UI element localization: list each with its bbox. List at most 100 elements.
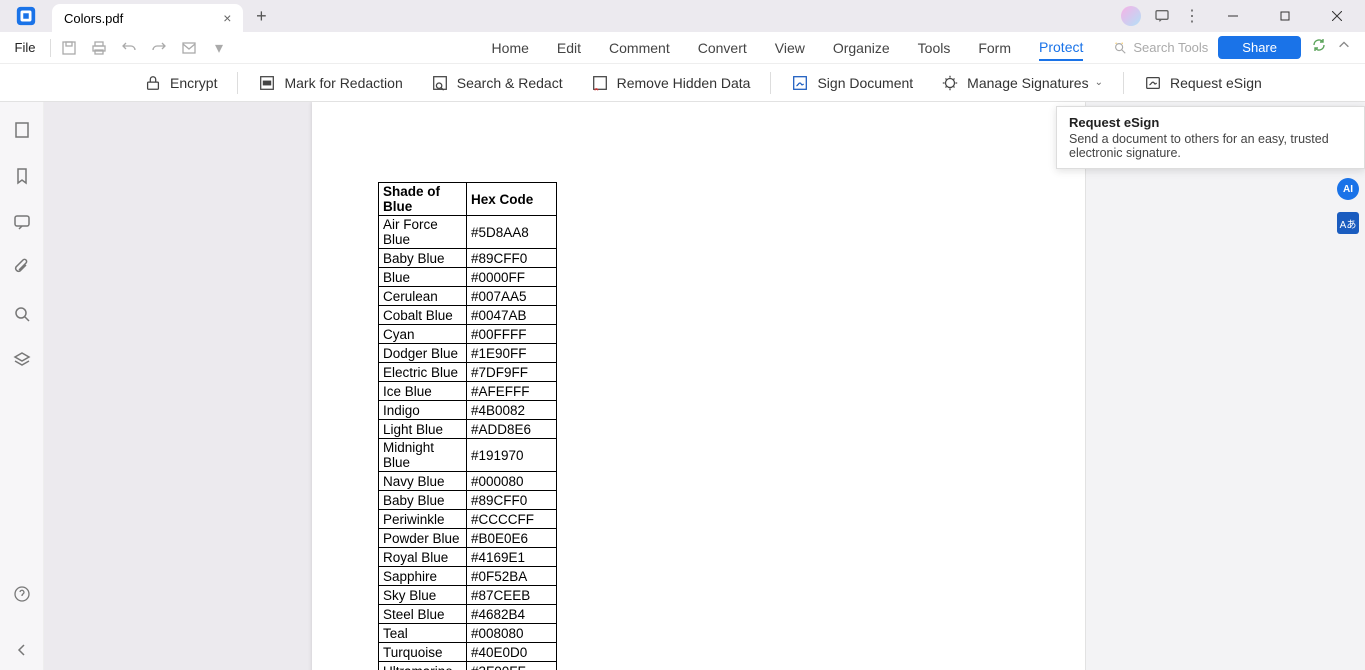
table-cell: Powder Blue: [379, 529, 467, 548]
table-row: Navy Blue#000080: [379, 472, 557, 491]
print-icon[interactable]: [91, 40, 107, 56]
document-tab[interactable]: Colors.pdf ×: [52, 4, 243, 32]
redo-icon[interactable]: [151, 40, 167, 56]
collapse-ribbon-icon[interactable]: [1337, 38, 1351, 57]
help-icon[interactable]: [12, 584, 32, 604]
main-tabs: Home Edit Comment Convert View Organize Tools F…: [492, 35, 1084, 61]
tab-title: Colors.pdf: [64, 11, 123, 26]
menu-bar: File ▾ Home Edit Comment Convert View Organiz…: [0, 32, 1365, 64]
thumbnails-icon[interactable]: [12, 120, 32, 140]
table-cell: Baby Blue: [379, 491, 467, 510]
table-row: Cyan#00FFFF: [379, 325, 557, 344]
remove-hidden-button[interactable]: Remove Hidden Data: [577, 71, 765, 95]
table-row: Electric Blue#7DF9FF: [379, 363, 557, 382]
close-window-button[interactable]: [1317, 0, 1357, 32]
tooltip-body: Send a document to others for an easy, t…: [1069, 132, 1352, 160]
table-cell: Cyan: [379, 325, 467, 344]
mark-redaction-button[interactable]: Mark for Redaction: [244, 71, 416, 95]
table-row: Powder Blue#B0E0E6: [379, 529, 557, 548]
sign-document-label: Sign Document: [817, 75, 913, 91]
workspace: Shade of Blue Hex Code Air Force Blue#5D…: [0, 102, 1365, 670]
table-cell: #191970: [467, 439, 557, 472]
table-row: Light Blue#ADD8E6: [379, 420, 557, 439]
table-cell: Midnight Blue: [379, 439, 467, 472]
table-cell: Electric Blue: [379, 363, 467, 382]
menu-tab-tools[interactable]: Tools: [918, 36, 951, 60]
menu-tab-form[interactable]: Form: [978, 36, 1011, 60]
table-cell: #87CEEB: [467, 586, 557, 605]
table-cell: #3F00FF: [467, 662, 557, 670]
app-logo-icon[interactable]: [0, 0, 52, 32]
menu-tab-convert[interactable]: Convert: [698, 36, 747, 60]
minimize-button[interactable]: [1213, 0, 1253, 32]
menu-tab-organize[interactable]: Organize: [833, 36, 890, 60]
manage-signatures-button[interactable]: Manage Signatures ⌄: [927, 71, 1117, 95]
mail-icon[interactable]: [181, 40, 197, 56]
bookmarks-icon[interactable]: [12, 166, 32, 186]
menu-tab-comment[interactable]: Comment: [609, 36, 670, 60]
table-cell: #4169E1: [467, 548, 557, 567]
table-row: Baby Blue#89CFF0: [379, 491, 557, 510]
menu-tab-protect[interactable]: Protect: [1039, 35, 1083, 61]
search-tools-placeholder: Search Tools: [1133, 40, 1208, 55]
table-cell: #0047AB: [467, 306, 557, 325]
table-cell: Sky Blue: [379, 586, 467, 605]
more-icon[interactable]: ⋮: [1183, 7, 1201, 25]
table-row: Sapphire#0F52BA: [379, 567, 557, 586]
table-cell: #00FFFF: [467, 325, 557, 344]
ai-icon[interactable]: AI: [1337, 178, 1359, 200]
sync-icon[interactable]: [1311, 37, 1327, 58]
remove-hidden-label: Remove Hidden Data: [617, 75, 751, 91]
table-cell: #89CFF0: [467, 491, 557, 510]
table-row: Royal Blue#4169E1: [379, 548, 557, 567]
table-cell: #000080: [467, 472, 557, 491]
table-row: Blue#0000FF: [379, 268, 557, 287]
table-cell: Dodger Blue: [379, 344, 467, 363]
maximize-button[interactable]: [1265, 0, 1305, 32]
table-cell: #7DF9FF: [467, 363, 557, 382]
collapse-left-icon[interactable]: [12, 640, 32, 660]
table-cell: Ice Blue: [379, 382, 467, 401]
search-tools[interactable]: Search Tools: [1113, 40, 1208, 55]
table-cell: #89CFF0: [467, 249, 557, 268]
menu-tab-home[interactable]: Home: [492, 36, 529, 60]
comments-icon[interactable]: [12, 212, 32, 232]
translate-icon[interactable]: Aあ: [1337, 212, 1359, 234]
layers-icon[interactable]: [12, 350, 32, 370]
file-menu[interactable]: File: [0, 40, 50, 55]
table-cell: Baby Blue: [379, 249, 467, 268]
table-cell: Indigo: [379, 401, 467, 420]
encrypt-button[interactable]: Encrypt: [130, 71, 231, 95]
table-cell: Blue: [379, 268, 467, 287]
table-row: Cobalt Blue#0047AB: [379, 306, 557, 325]
attachments-icon[interactable]: [12, 258, 32, 278]
user-avatar[interactable]: [1121, 6, 1141, 26]
table-row: Ice Blue#AFEFFF: [379, 382, 557, 401]
table-row: Sky Blue#87CEEB: [379, 586, 557, 605]
close-tab-icon[interactable]: ×: [223, 10, 231, 26]
undo-icon[interactable]: [121, 40, 137, 56]
table-cell: Cobalt Blue: [379, 306, 467, 325]
mark-redaction-label: Mark for Redaction: [284, 75, 402, 91]
save-icon[interactable]: [61, 40, 77, 56]
chat-icon[interactable]: [1153, 7, 1171, 25]
search-redact-button[interactable]: Search & Redact: [417, 71, 577, 95]
document-canvas[interactable]: Shade of Blue Hex Code Air Force Blue#5D…: [44, 102, 1085, 670]
table-cell: Ultramarine: [379, 662, 467, 670]
table-row: Teal#008080: [379, 624, 557, 643]
table-row: Baby Blue#89CFF0: [379, 249, 557, 268]
table-row: Air Force Blue#5D8AA8: [379, 216, 557, 249]
table-cell: Steel Blue: [379, 605, 467, 624]
table-cell: #4B0082: [467, 401, 557, 420]
table-cell: Periwinkle: [379, 510, 467, 529]
menu-tab-edit[interactable]: Edit: [557, 36, 581, 60]
sign-document-button[interactable]: Sign Document: [777, 71, 927, 95]
menu-tab-view[interactable]: View: [775, 36, 805, 60]
new-tab-button[interactable]: +: [243, 0, 279, 32]
quick-dropdown-icon[interactable]: ▾: [211, 40, 227, 56]
request-esign-label: Request eSign: [1170, 75, 1262, 91]
request-esign-button[interactable]: Request eSign: [1130, 71, 1276, 95]
table-cell: #0000FF: [467, 268, 557, 287]
search-icon[interactable]: [12, 304, 32, 324]
share-button[interactable]: Share: [1218, 36, 1301, 59]
